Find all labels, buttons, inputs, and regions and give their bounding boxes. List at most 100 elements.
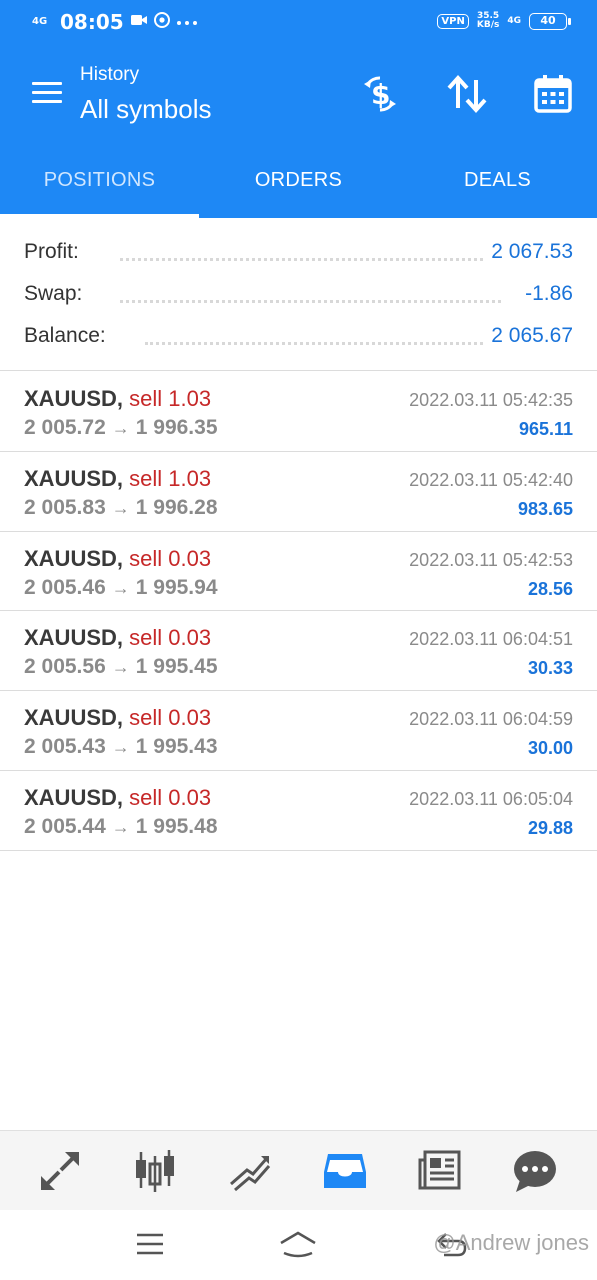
- arrow-right-icon: →: [111, 737, 130, 758]
- deal-time: 2022.03.11 06:04:51: [409, 629, 573, 650]
- deal-symbol: XAUUSD, sell 0.03: [24, 705, 211, 731]
- symbol-text: XAUUSD,: [24, 386, 124, 411]
- arrow-right-icon: →: [111, 816, 130, 837]
- watermark: @Andrew jones: [433, 1230, 589, 1255]
- status-time: 08:05: [60, 10, 124, 34]
- sort-icon[interactable]: [443, 70, 491, 118]
- profit-value: 2 067.53: [485, 240, 573, 264]
- deal-side: sell 1.03: [129, 386, 212, 411]
- video-icon: [130, 13, 148, 31]
- symbol-text: XAUUSD,: [24, 465, 124, 491]
- deal-side: sell 0.03: [129, 625, 212, 651]
- leader-dots: [120, 300, 501, 303]
- quotes-icon[interactable]: [32, 1145, 88, 1197]
- home-icon[interactable]: [278, 1226, 318, 1262]
- tab-orders[interactable]: ORDERS: [199, 138, 398, 218]
- active-tab-indicator: [0, 214, 199, 218]
- list-item[interactable]: XAUUSD, sell 0.03 2 005.46 → 1 995.94 2022…: [0, 532, 597, 612]
- history-summary: Profit: 2 067.53 Swap: -1.86 Balance: 2 …: [0, 232, 597, 358]
- deal-profit: 965.11: [518, 419, 573, 439]
- speed-unit: KB/s: [476, 20, 500, 30]
- open-price: 2 005.46: [24, 575, 106, 599]
- open-price: 2 005.56: [24, 655, 106, 679]
- open-price: 2 005.44: [24, 814, 106, 838]
- deal-prices: 2 005.43 → 1 995.43: [24, 735, 218, 759]
- close-price: 1 995.48: [135, 814, 218, 838]
- profit-label: Profit:: [24, 240, 85, 264]
- leader-dots: [120, 258, 501, 261]
- network-speed: 35.5 KB/s: [477, 12, 499, 30]
- open-price: 2 005.72: [24, 416, 106, 439]
- close-price: 1 995.43: [135, 735, 218, 759]
- symbol-text: XAUUSD,: [24, 784, 124, 810]
- summary-divider: [0, 370, 597, 371]
- svg-text:$: $: [371, 78, 390, 111]
- chart-icon[interactable]: [127, 1145, 183, 1197]
- arrow-right-icon: →: [111, 577, 130, 598]
- close-price: 1 996.28: [135, 495, 218, 519]
- tab-deals[interactable]: DEALS: [398, 138, 597, 218]
- list-item[interactable]: XAUUSD, sell 0.03 2 005.44 → 1 995.48 2022…: [0, 771, 597, 851]
- deal-side: sell 0.03: [129, 784, 212, 810]
- toolbar-title[interactable]: All symbols: [80, 94, 211, 125]
- status-bar: 4G 08:05 VPN 35.5 KB/s 4G 40: [0, 0, 597, 46]
- list-item[interactable]: XAUUSD, sell 1.03 2 005.83 → 1 996.28 2022…: [0, 452, 597, 532]
- arrow-right-icon: →: [111, 418, 130, 438]
- toolbar: History All symbols $: [0, 46, 597, 138]
- chat-icon[interactable]: [507, 1145, 563, 1197]
- deal-symbol: XAUUSD, sell 1.03: [24, 466, 211, 492]
- balance-label: Balance:: [24, 324, 112, 348]
- deal-profit: 28.56: [527, 578, 573, 599]
- leader-dots: [145, 342, 501, 345]
- deal-prices: 2 005.72 → 1 996.35: [24, 416, 218, 440]
- deal-profit: 29.88: [527, 817, 573, 838]
- battery-indicator: 40: [529, 12, 571, 30]
- recents-icon[interactable]: [130, 1226, 170, 1262]
- deal-symbol: XAUUSD, sell 0.03: [24, 785, 211, 811]
- open-price: 2 005.43: [24, 735, 106, 759]
- deal-prices: 2 005.46 → 1 995.94: [24, 576, 218, 600]
- deal-prices: 2 005.83 → 1 996.28: [24, 496, 218, 520]
- bottom-navigation: [0, 1130, 597, 1210]
- hamburger-menu-icon[interactable]: [32, 82, 62, 104]
- tab-positions[interactable]: POSITIONS: [0, 138, 199, 218]
- swap-label: Swap:: [24, 282, 89, 306]
- more-dots-icon: [176, 14, 198, 30]
- balance-value: 2 065.67: [485, 324, 573, 348]
- chrome-icon: [153, 12, 170, 32]
- deal-symbol: XAUUSD, sell 1.03: [24, 386, 211, 412]
- swap-row: Swap: -1.86: [0, 274, 597, 316]
- vpn-badge: VPN: [437, 13, 469, 29]
- calendar-icon[interactable]: [529, 70, 577, 118]
- deal-symbol: XAUUSD, sell 0.03: [24, 625, 211, 651]
- profit-row: Profit: 2 067.53: [0, 232, 597, 274]
- symbol-text: XAUUSD,: [24, 705, 124, 731]
- deal-time: 2022.03.11 05:42:35: [409, 390, 573, 410]
- deal-time: 2022.03.11 06:04:59: [409, 709, 573, 730]
- list-item[interactable]: XAUUSD, sell 1.03 2 005.72 → 1 996.35 2022…: [0, 372, 597, 452]
- deal-side: sell 1.03: [129, 465, 212, 491]
- list-item[interactable]: XAUUSD, sell 0.03 2 005.43 → 1 995.43 2022…: [0, 691, 597, 771]
- app-header: 4G 08:05 VPN 35.5 KB/s 4G 40 History All…: [0, 0, 597, 218]
- close-price: 1 996.35: [135, 416, 218, 439]
- close-price: 1 995.45: [135, 655, 218, 679]
- tab-bar: POSITIONS ORDERS DEALS: [0, 138, 597, 218]
- symbol-text: XAUUSD,: [24, 545, 124, 571]
- list-item[interactable]: XAUUSD, sell 0.03 2 005.56 → 1 995.45 2022…: [0, 611, 597, 692]
- deal-profit: 30.33: [527, 658, 573, 679]
- network-type: 4G: [507, 15, 521, 26]
- deal-prices: 2 005.44 → 1 995.48: [24, 815, 218, 839]
- news-icon[interactable]: [412, 1145, 468, 1197]
- trade-icon[interactable]: [222, 1145, 278, 1197]
- deal-prices: 2 005.56 → 1 995.45: [24, 655, 218, 679]
- toolbar-subtitle[interactable]: History: [80, 64, 139, 86]
- dollar-exchange-icon[interactable]: $: [356, 70, 404, 118]
- deal-time: 2022.03.11 05:42:53: [409, 549, 573, 570]
- positions-list: XAUUSD, sell 1.03 2 005.72 → 1 996.35 2022…: [0, 372, 597, 851]
- system-navigation-bar: @Andrew jones: [0, 1210, 597, 1280]
- deal-profit: 983.65: [517, 498, 573, 519]
- open-price: 2 005.83: [24, 495, 106, 519]
- deal-time: 2022.03.11 06:05:04: [409, 788, 573, 809]
- history-icon[interactable]: [317, 1145, 373, 1197]
- arrow-right-icon: →: [111, 657, 130, 678]
